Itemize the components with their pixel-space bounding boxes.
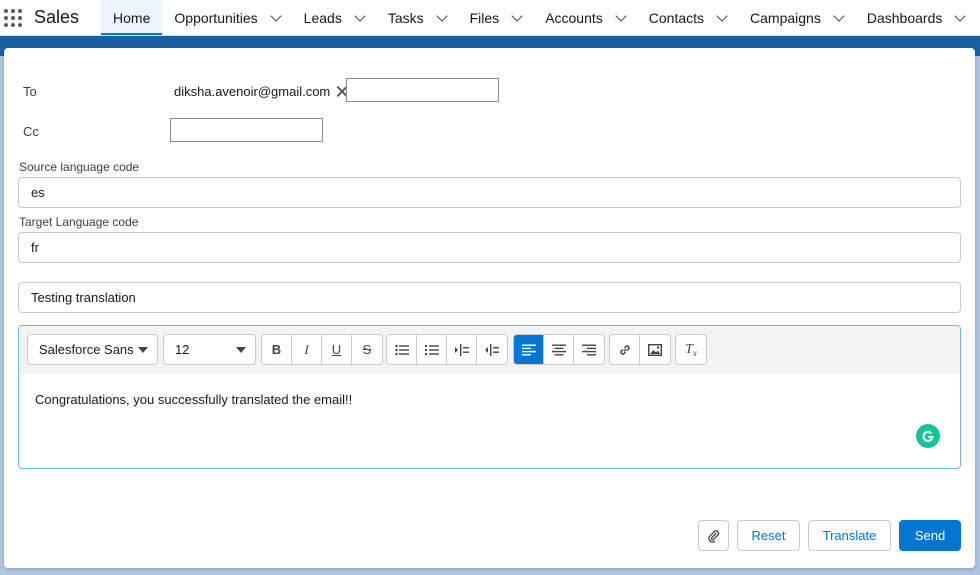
recipient-email: diksha.avenoir@gmail.com <box>174 83 331 99</box>
chevron-down-icon[interactable] <box>511 9 523 22</box>
font-family-select[interactable]: Salesforce Sans <box>27 334 158 365</box>
nav-item-label: Tasks <box>387 9 424 26</box>
chevron-down-icon[interactable] <box>716 9 728 22</box>
nav-item-label: Accounts <box>545 9 603 26</box>
align-center-icon[interactable] <box>544 335 574 364</box>
image-icon[interactable] <box>640 335 670 364</box>
nav-item-label: Files <box>469 9 500 26</box>
translate-button[interactable]: Translate <box>808 520 891 551</box>
nav-item-home[interactable]: Home <box>101 0 163 35</box>
email-composer-card: To diksha.avenoir@gmail.com Cc Source la… <box>4 48 975 568</box>
insert-group <box>609 334 671 365</box>
nav-item-campaigns[interactable]: Campaigns <box>738 0 855 35</box>
chevron-down-icon[interactable] <box>270 9 282 22</box>
font-size-select[interactable]: 12 <box>163 334 256 365</box>
email-body-text[interactable]: Congratulations, you successfully transl… <box>35 392 352 407</box>
caret-down-icon <box>236 347 246 353</box>
source-language-label: Source language code <box>19 160 140 174</box>
chevron-down-icon[interactable] <box>435 9 448 22</box>
to-label: To <box>23 84 37 99</box>
send-button[interactable]: Send <box>899 520 961 551</box>
link-icon[interactable] <box>610 335 640 364</box>
clear-format-group: Tx <box>675 334 707 365</box>
chevron-down-icon[interactable] <box>354 9 366 22</box>
nav-item-label: Dashboards <box>866 9 943 26</box>
nav-item-leads[interactable]: Leads <box>292 0 376 35</box>
subject-input[interactable]: Testing translation <box>18 282 961 313</box>
chevron-down-icon[interactable] <box>615 9 627 22</box>
nav-item-accounts[interactable]: Accounts <box>533 0 637 35</box>
caret-down-icon <box>138 347 148 353</box>
nav-item-opportunities[interactable]: Opportunities <box>162 0 291 35</box>
list-group <box>386 334 508 365</box>
nav-item-contacts[interactable]: Contacts <box>637 0 738 35</box>
font-size-value: 12 <box>175 342 190 357</box>
chevron-down-icon[interactable] <box>833 9 845 22</box>
align-right-icon[interactable] <box>574 335 604 364</box>
italic-icon[interactable]: I <box>292 335 322 364</box>
nav-item-label: Campaigns <box>750 9 821 26</box>
recipient-pill: diksha.avenoir@gmail.com <box>174 82 347 100</box>
nav-item-label: Home <box>113 9 151 26</box>
paperclip-icon <box>707 529 719 543</box>
target-language-label: Target Language code <box>19 215 139 229</box>
global-nav-bar: Sales Home Opportunities Leads Tasks Fil… <box>0 0 980 36</box>
text-style-group: B I U S <box>261 334 383 365</box>
source-language-value: es <box>31 185 45 200</box>
nav-item-tasks[interactable]: Tasks <box>376 0 458 35</box>
nav-item-label: Opportunities <box>174 9 258 26</box>
subject-value: Testing translation <box>31 290 136 305</box>
cc-label: Cc <box>23 124 39 139</box>
nav-item-label: Contacts <box>648 9 705 26</box>
alignment-group <box>513 334 605 365</box>
rich-text-editor[interactable]: Salesforce Sans 12 B I U S T x Congratul… <box>18 325 961 469</box>
chevron-down-icon[interactable] <box>954 9 967 22</box>
bold-icon[interactable]: B <box>262 335 292 364</box>
nav-item-files[interactable]: Files <box>458 0 534 35</box>
strikethrough-icon[interactable]: S <box>352 335 382 364</box>
app-launcher-icon[interactable] <box>4 0 22 35</box>
to-input[interactable] <box>346 78 499 102</box>
cc-input[interactable] <box>170 118 323 142</box>
nav-item-truncated[interactable]: R <box>976 0 980 35</box>
bulleted-list-icon[interactable] <box>387 335 417 364</box>
target-language-value: fr <box>31 240 39 255</box>
nav-item-label: Leads <box>303 9 342 26</box>
align-left-icon[interactable] <box>514 335 544 364</box>
editor-toolbar: Salesforce Sans 12 B I U S T x <box>19 326 960 374</box>
app-name: Sales <box>34 7 80 27</box>
reset-button[interactable]: Reset <box>737 520 800 551</box>
remove-formatting-icon[interactable]: Tx <box>676 335 706 364</box>
underline-icon[interactable]: U <box>322 335 352 364</box>
target-language-input[interactable]: fr <box>18 232 961 263</box>
nav-item-dashboards[interactable]: Dashboards <box>855 0 977 35</box>
attach-button[interactable] <box>698 520 729 551</box>
outdent-icon[interactable] <box>477 335 507 364</box>
indent-icon[interactable] <box>447 335 477 364</box>
grammarly-icon[interactable] <box>916 424 940 448</box>
numbered-list-icon[interactable] <box>417 335 447 364</box>
font-family-value: Salesforce Sans <box>39 342 134 357</box>
source-language-input[interactable]: es <box>18 177 961 208</box>
